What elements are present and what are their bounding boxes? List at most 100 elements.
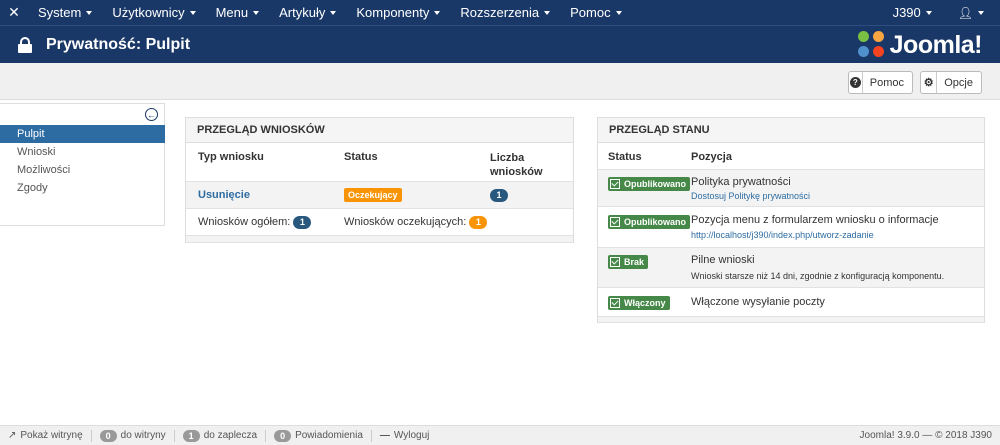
status-badge: Opublikowano [608,215,690,229]
menu-system[interactable]: System [28,0,102,25]
caret-down-icon [86,10,93,15]
menu-users[interactable]: Użytkownicy [102,0,205,25]
caret-down-icon [544,10,551,15]
request-type-link[interactable]: Usunięcie [198,189,250,201]
status-text: Włączony [624,298,666,308]
sidebar-item-dashboard[interactable]: Pulpit [0,125,165,143]
options-button-label: Opcje [944,76,973,89]
status-text: Opublikowano [624,217,686,227]
item-link[interactable]: http://localhost/j390/index.php/utworz-z… [691,230,874,240]
pending-badge: 1 [469,216,488,229]
messages-link[interactable]: 0 Powiadomienia [266,429,372,442]
sidebar-item-capabilities[interactable]: Możliwości [0,161,165,179]
sidebar: ← Pulpit Wnioski Możliwości Zgody [0,103,165,226]
view-site-link[interactable]: ↗ Pokaż witrynę [0,429,92,442]
check-icon [610,298,620,308]
total-label: Wniosków ogółem: [198,216,291,228]
menu-label: Artykuły [279,5,326,20]
menu-label: Użytkownicy [112,5,185,20]
caret-down-icon [925,10,932,15]
admin-count-badge: 1 [182,429,200,442]
item-title: Włączone wysyłanie poczty [691,296,825,308]
caret-down-icon [330,10,337,15]
visitors-indicator: 0 do witryny [92,429,175,442]
pending-label: Wniosków oczekujących: [344,216,467,228]
user-icon: 👤︎ [957,5,973,20]
status-label: Oczekujący [344,188,402,202]
status-text: Opublikowano [624,179,686,189]
column-header: Status [344,151,378,163]
column-header: Pozycja [691,151,732,163]
logout-link[interactable]: — Wyloguj [372,430,437,442]
messages-count-badge: 0 [274,429,292,442]
external-link-icon: ↗ [8,430,17,441]
caret-down-icon [615,10,622,15]
logout-label: Wyloguj [393,430,430,441]
question-icon: ? [849,72,863,93]
menu-components[interactable]: Komponenty [346,0,450,25]
collapse-sidebar-icon[interactable]: ← [145,108,158,121]
menu-label: System [38,5,82,20]
table-row: Brak Pilne wnioski Wnioski starsze niż 1… [598,247,984,288]
site-label: do witryny [120,430,166,441]
caret-down-icon [978,10,984,15]
requests-overview-panel: PRZEGLĄD WNIOSKÓW Typ wniosku Status Lic… [185,117,574,243]
caret-down-icon [253,10,260,15]
table-row: Usunięcie Oczekujący 1 [186,181,573,209]
options-button[interactable]: ⚙ Opcje [920,71,982,94]
check-icon [610,179,620,189]
table-footer [598,316,984,323]
help-button[interactable]: ? Pomoc [848,71,913,94]
column-header: Liczba wniosków [490,152,543,178]
item-link[interactable]: Dostosuj Politykę prywatności [691,191,810,201]
joomla-logo-text: Joomla! [889,30,983,59]
table-row: Opublikowano Polityka prywatności Dostos… [598,169,984,207]
caret-down-icon [189,10,196,15]
user-menu[interactable]: 👤︎ [942,0,1000,25]
status-text: Brak [624,257,645,267]
count-cell: 1 [490,189,508,202]
item-title: Pilne wnioski [691,254,755,266]
version-info: Joomla! 3.9.0 — © 2018 J390 [859,430,992,441]
total-requests: Wniosków ogółem: 1 [198,216,312,229]
gear-icon: ⚙ [921,72,938,93]
joomla-logo-icon [857,31,886,59]
menu-help[interactable]: Pomoc [560,0,631,25]
site-name-menu[interactable]: J390 [883,0,942,25]
menu-menus[interactable]: Menu [206,0,270,25]
joomla-icon[interactable]: ✕ [0,0,28,25]
status-footer: ↗ Pokaż witrynę 0 do witryny 1 do zaplecza … [0,425,1000,445]
caret-down-icon [434,10,441,15]
page-header: Prywatność: Pulpit Joomla! [0,25,1000,63]
check-icon [610,257,620,267]
admins-indicator: 1 do zaplecza [175,429,267,442]
status-badge: Oczekujący [344,188,402,202]
panel-title: PRZEGLĄD STANU [598,118,984,143]
column-header: Status [608,151,642,163]
menu-extensions[interactable]: Rozszerzenia [450,0,560,25]
page-title: Prywatność: Pulpit [46,35,191,53]
messages-label: Powiadomienia [295,430,363,441]
status-badge: Opublikowano [608,177,690,191]
menu-label: Pomoc [570,5,611,20]
column-header: Typ wniosku [198,151,264,163]
status-overview-panel: PRZEGLĄD STANU Status Pozycja Opublikowa… [597,117,985,323]
minus-icon: — [379,430,390,441]
sidebar-item-requests[interactable]: Wnioski [0,143,165,161]
site-name-label: J390 [892,5,921,20]
item-title: Pozycja menu z formularzem wniosku o inf… [691,214,939,226]
item-title: Polityka prywatności [691,176,791,188]
status-badge: Brak [608,255,649,269]
total-badge: 1 [293,216,312,229]
admin-label: do zaplecza [203,430,258,441]
pending-requests: Wniosków oczekujących: 1 [344,216,488,229]
menu-label: Menu [215,5,249,20]
menu-content[interactable]: Artykuły [269,0,346,25]
menu-label: Komponenty [356,5,430,20]
table-row: Włączony Włączone wysyłanie poczty [598,289,984,317]
table-footer [186,235,573,243]
view-site-label: Pokaż witrynę [20,430,83,441]
lock-icon [18,36,32,53]
sidebar-item-consents[interactable]: Zgody [0,179,165,197]
menu-label: Rozszerzenia [460,5,540,20]
